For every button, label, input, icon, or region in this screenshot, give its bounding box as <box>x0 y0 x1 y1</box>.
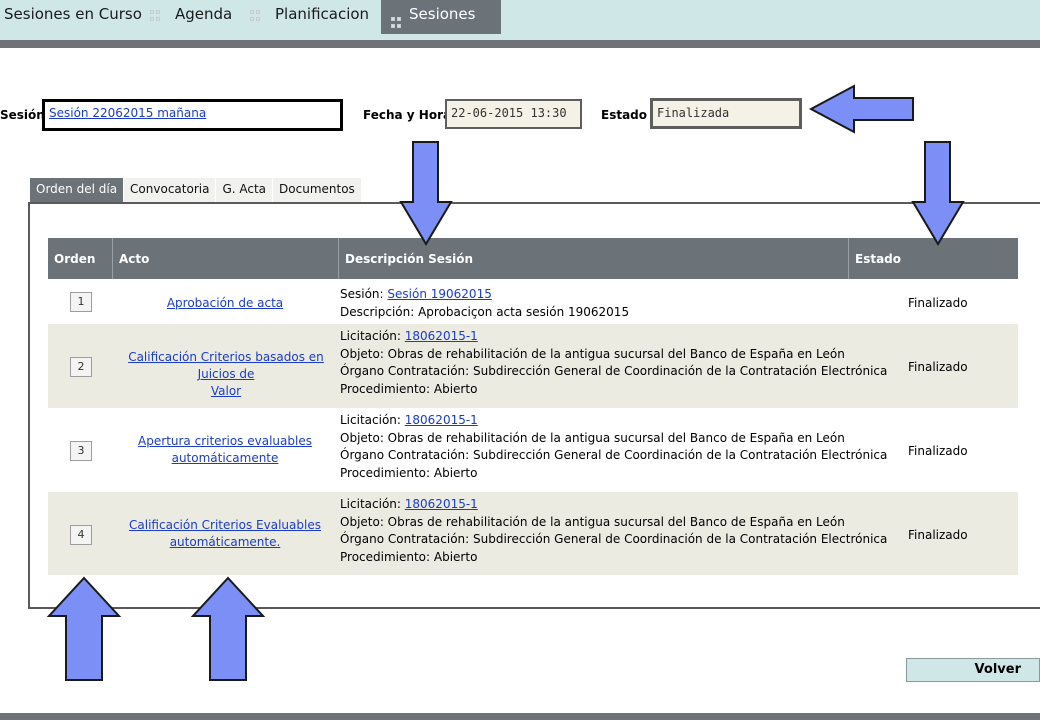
nav-agenda[interactable]: Agenda <box>175 0 232 34</box>
top-nav: Sesiones en Curso Agenda Planificacion S… <box>0 0 1040 40</box>
acto-line1: Calificación Criterios Evaluables <box>129 518 321 532</box>
tab-orden-del-dia[interactable]: Orden del día <box>30 178 124 202</box>
col-orden-header[interactable]: Orden <box>48 238 112 279</box>
table-row: 1 Aprobación de acta Sesión: Sesión 1906… <box>48 280 1018 324</box>
arrow-up-icon <box>190 576 266 681</box>
desc-line2: Objeto: Obras de rehabilitación de la an… <box>340 346 845 361</box>
desc-line2: Descripción: Aprobaciçon acta sesión 190… <box>340 304 630 319</box>
estado-field: Finalizada <box>650 98 802 129</box>
desc-line1-label: Licitación: <box>340 413 401 427</box>
estado-cell: Finalizado <box>908 296 968 310</box>
desc-line3: Órgano Contratación: Subdirección Genera… <box>340 364 888 379</box>
nav-separator-icon <box>150 8 160 24</box>
orden-cell: 1 <box>70 292 92 312</box>
desc-line1-link[interactable]: 18062015-1 <box>405 329 478 343</box>
desc-line3: Órgano Contratación: Subdirección Genera… <box>340 448 888 463</box>
acto-link[interactable]: Aprobación de acta <box>120 295 330 312</box>
orden-cell: 2 <box>70 357 92 377</box>
arrow-left-icon <box>808 84 914 134</box>
descripcion-cell: Licitación: 18062015-1 Objeto: Obras de … <box>340 412 887 482</box>
col-acto-header[interactable]: Acto <box>112 238 338 279</box>
tab-convocatoria[interactable]: Convocatoria <box>124 178 216 202</box>
nav-sesiones[interactable]: Sesiones <box>381 0 502 34</box>
acto-line2: automáticamente <box>171 451 279 465</box>
arrow-up-icon <box>46 576 122 681</box>
acto-line1: Apertura criterios evaluables <box>138 434 312 448</box>
acto-line2: Valor <box>210 384 242 398</box>
estado-label: Estado <box>601 108 648 122</box>
desc-line1-link[interactable]: 18062015-1 <box>405 497 478 511</box>
desc-line4: Procedimiento: Abierto <box>340 465 478 480</box>
top-nav-bar <box>0 40 1040 48</box>
acto-line1: Calificación Criterios basados en Juicio… <box>128 350 324 381</box>
descripcion-cell: Licitación: 18062015-1 Objeto: Obras de … <box>340 328 887 398</box>
acto-line2: automáticamente. <box>169 535 281 549</box>
volver-button[interactable]: Volver <box>906 658 1040 682</box>
arrow-down-icon <box>911 141 965 246</box>
acto-link[interactable]: Calificación Criterios Evaluables automá… <box>120 517 330 551</box>
sesion-field[interactable]: Sesión 22062015 mañana <box>42 99 343 131</box>
acto-link[interactable]: Apertura criterios evaluables automática… <box>120 433 330 467</box>
sesion-label: Sesión <box>0 108 45 122</box>
desc-line4: Procedimiento: Abierto <box>340 549 478 564</box>
desc-line2: Objeto: Obras de rehabilitación de la an… <box>340 514 845 529</box>
acto-link[interactable]: Calificación Criterios basados en Juicio… <box>116 349 336 400</box>
footer-bar <box>0 713 1040 720</box>
estado-cell: Finalizado <box>908 528 968 542</box>
nav-sesiones-label: Sesiones <box>409 5 476 23</box>
descripcion-cell: Sesión: Sesión 19062015 Descripción: Apr… <box>340 286 629 321</box>
tab-g-acta[interactable]: G. Acta <box>216 178 273 202</box>
table-row: 2 Calificación Criterios basados en Juic… <box>48 324 1018 408</box>
table-row: 3 Apertura criterios evaluables automáti… <box>48 408 1018 492</box>
desc-line1-label: Licitación: <box>340 497 401 511</box>
desc-line1-link[interactable]: Sesión 19062015 <box>387 287 491 301</box>
desc-line4: Procedimiento: Abierto <box>340 381 478 396</box>
fecha-field: 22-06-2015 13:30 <box>445 99 582 129</box>
nav-planificacion[interactable]: Planificacion <box>275 0 369 34</box>
sesion-link[interactable]: Sesión 22062015 mañana <box>49 106 206 120</box>
estado-cell: Finalizado <box>908 444 968 458</box>
desc-line2: Objeto: Obras de rehabilitación de la an… <box>340 430 845 445</box>
table-row: 4 Calificación Criterios Evaluables auto… <box>48 492 1018 575</box>
orden-cell: 3 <box>70 441 92 461</box>
tab-documentos[interactable]: Documentos <box>273 178 361 202</box>
nav-separator-icon <box>250 8 260 24</box>
table-header: Orden Acto Descripción Sesión Estado <box>48 238 1018 279</box>
nav-sesiones-en-curso[interactable]: Sesiones en Curso <box>4 0 142 34</box>
desc-line1-link[interactable]: 18062015-1 <box>405 413 478 427</box>
tab-bar: Orden del día Convocatoria G. Acta Docum… <box>30 178 362 202</box>
desc-line1-label: Sesión: <box>340 287 384 301</box>
descripcion-cell: Licitación: 18062015-1 Objeto: Obras de … <box>340 496 887 566</box>
desc-line1-label: Licitación: <box>340 329 401 343</box>
fecha-label: Fecha y Hora <box>363 108 452 122</box>
orden-cell: 4 <box>70 525 92 545</box>
arrow-down-icon <box>399 141 453 246</box>
estado-cell: Finalizado <box>908 360 968 374</box>
nav-separator-icon <box>391 15 401 31</box>
desc-line3: Órgano Contratación: Subdirección Genera… <box>340 532 888 547</box>
